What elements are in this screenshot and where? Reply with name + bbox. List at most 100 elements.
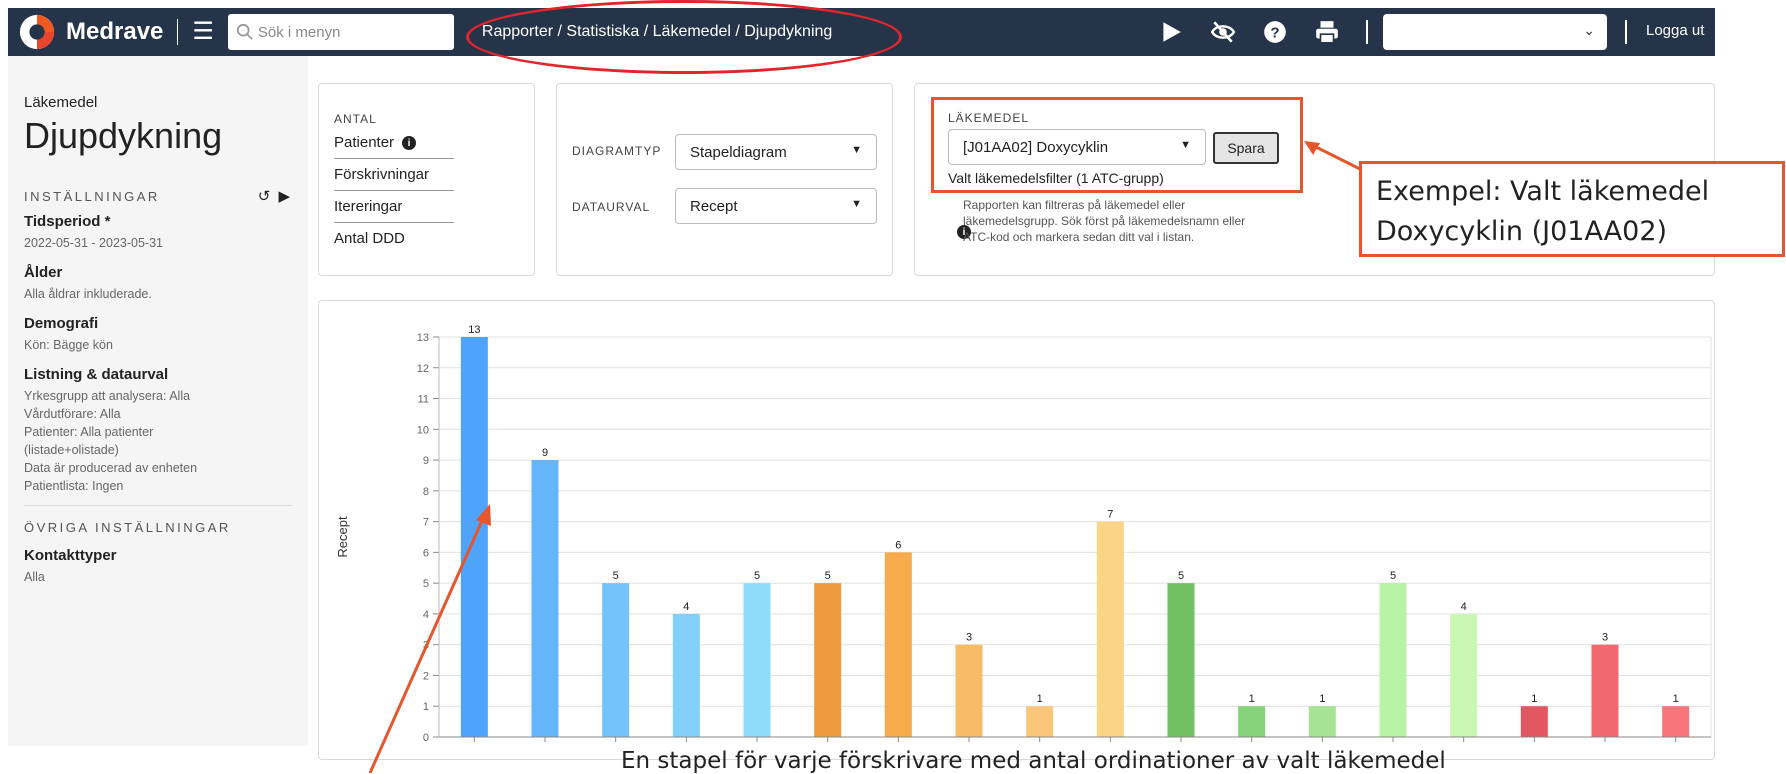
bar-value-label: 5 <box>613 570 619 582</box>
y-tick-label: 9 <box>423 455 429 467</box>
bar-value-label: 1 <box>1319 693 1325 705</box>
bar-value-label: 4 <box>1461 601 1467 613</box>
menu-icon[interactable]: ☰ <box>192 20 214 44</box>
setting-demografi[interactable]: Demografi Kön: Bägge kön <box>24 315 292 354</box>
lakemedel-info: Rapporten kan filtreras på läkemedel ell… <box>963 197 1245 245</box>
antal-option-patienter[interactable]: Patienter i <box>334 127 454 159</box>
bar <box>1591 644 1619 737</box>
antal-label: ANTAL <box>334 112 377 126</box>
bar <box>955 644 983 737</box>
bar-value-label: 5 <box>754 570 760 582</box>
bar <box>1308 706 1336 737</box>
setting-value: Patienter: Alla patienter <box>24 425 154 439</box>
select-value: [J01AA02] Doxycyklin <box>963 139 1109 156</box>
setting-tidsperiod[interactable]: Tidsperiod * 2022-05-31 - 2023-05-31 <box>24 213 292 252</box>
setting-value: Kön: Bägge kön <box>24 338 113 352</box>
bar-value-label: 6 <box>895 539 901 551</box>
info-icon[interactable]: i <box>402 136 417 151</box>
bar-value-label: 1 <box>1673 693 1679 705</box>
divider <box>1625 20 1627 44</box>
setting-alder[interactable]: Ålder Alla åldrar inkluderade. <box>24 264 292 303</box>
setting-kontakttyper[interactable]: Kontakttyper Alla <box>24 547 292 586</box>
svg-text:?: ? <box>1270 24 1279 41</box>
lakemedel-filter-text: Valt läkemedelsfilter (1 ATC-grupp) <box>948 170 1164 186</box>
bar-value-label: 1 <box>1037 693 1043 705</box>
bar <box>1450 613 1478 737</box>
bar <box>743 583 771 737</box>
setting-label: Demografi <box>24 315 99 332</box>
lakemedel-select[interactable]: [J01AA02] Doxycyklin ▼ <box>948 129 1206 165</box>
bar-value-label: 3 <box>966 632 972 644</box>
bar <box>814 583 842 737</box>
save-button[interactable]: Spara <box>1213 132 1279 164</box>
setting-value: Patientlista: Ingen <box>24 479 124 493</box>
divider <box>24 505 292 506</box>
select-value: Recept <box>690 198 738 215</box>
example-callout: Exempel: Valt läkemedel Doxycyklin (J01A… <box>1359 161 1785 257</box>
caret-down-icon: ▼ <box>851 198 862 210</box>
antal-list: Patienter i Förskrivningar Itereringar An… <box>334 127 454 254</box>
chart-caption: En stapel för varje förskrivare med anta… <box>621 748 1446 774</box>
app-name: Medrave <box>66 18 164 45</box>
unit-select[interactable]: ⌄ <box>1383 14 1607 50</box>
caret-down-icon: ▼ <box>851 144 862 156</box>
info-line: läkemedelsgrupp. Sök först på läkemedels… <box>963 214 1246 228</box>
dataurval-select[interactable]: Recept ▼ <box>675 188 877 224</box>
setting-label: Tidsperiod * <box>24 213 111 230</box>
logout-link[interactable]: Logga ut <box>1646 22 1704 39</box>
setting-value: 2022-05-31 - 2023-05-31 <box>24 236 163 250</box>
setting-label: Ålder <box>24 264 63 281</box>
antal-option-forskrivningar[interactable]: Förskrivningar <box>334 159 454 191</box>
other-settings-label: ÖVRIGA INSTÄLLNINGAR <box>24 520 231 535</box>
bar-chart: 012345678910111213Recept1395455631751154… <box>335 324 1712 744</box>
diagram-type-select[interactable]: Stapeldiagram ▼ <box>675 134 877 170</box>
divider <box>177 19 179 45</box>
bar-value-label: 13 <box>468 324 480 336</box>
bar-pointer-arrow <box>368 504 491 773</box>
bar-value-label: 5 <box>825 570 831 582</box>
bar <box>1520 706 1548 737</box>
print-icon[interactable] <box>1314 19 1340 45</box>
setting-value: Alla åldrar inkluderade. <box>24 287 152 301</box>
page-title: Djupdykning <box>24 115 223 156</box>
option-label: Patienter <box>334 134 395 151</box>
y-tick-label: 11 <box>418 394 429 406</box>
chevron-down-icon: ⌄ <box>1583 22 1595 38</box>
bar-value-label: 9 <box>542 447 548 459</box>
play-icon[interactable] <box>1158 19 1184 45</box>
bar-value-label: 5 <box>1178 570 1184 582</box>
eye-off-icon[interactable] <box>1210 19 1236 45</box>
search-placeholder: Sök i menyn <box>257 23 341 41</box>
help-icon[interactable]: ? <box>1262 19 1288 45</box>
caret-down-icon: ▼ <box>1180 139 1191 151</box>
sidebar: Läkemedel Djupdykning INSTÄLLNINGAR ↺ ▶ … <box>8 56 308 746</box>
y-tick-label: 10 <box>417 424 429 436</box>
bar <box>1379 583 1407 737</box>
setting-value: (listade+olistade) <box>24 443 119 457</box>
bar <box>1238 706 1266 737</box>
bar-value-label: 1 <box>1249 693 1255 705</box>
breadcrumb-highlight-ellipse <box>466 0 902 74</box>
setting-value: Data är producerad av enheten <box>24 461 198 475</box>
bar <box>1662 706 1690 737</box>
setting-label: Kontakttyper <box>24 547 117 564</box>
antal-card: ANTAL Patienter i Förskrivningar Itererin… <box>318 83 535 276</box>
chart-card: 012345678910111213Recept1395455631751154… <box>318 300 1715 760</box>
search-icon <box>236 23 253 40</box>
y-tick-label: 12 <box>417 363 429 375</box>
bar-value-label: 7 <box>1107 509 1113 521</box>
diagram-card: DIAGRAMTYP Stapeldiagram ▼ DATAURVAL Rece… <box>556 83 893 276</box>
settings-controls[interactable]: ↺ ▶ <box>258 187 292 205</box>
medrave-logo[interactable]: Medrave <box>18 13 163 51</box>
setting-label: Listning & dataurval <box>24 366 169 383</box>
setting-listning[interactable]: Listning & dataurval Yrkesgrupp att anal… <box>24 366 292 495</box>
diagram-type-label: DIAGRAMTYP <box>572 144 662 158</box>
bar <box>1026 706 1054 737</box>
antal-option-itereringar[interactable]: Itereringar <box>334 191 454 223</box>
bar <box>672 613 700 737</box>
menu-search[interactable]: Sök i menyn <box>227 14 454 50</box>
settings-label: INSTÄLLNINGAR <box>24 188 160 204</box>
divider <box>1366 20 1368 44</box>
medrave-logo-icon <box>19 14 55 50</box>
antal-option-ddd[interactable]: Antal DDD <box>334 223 454 254</box>
